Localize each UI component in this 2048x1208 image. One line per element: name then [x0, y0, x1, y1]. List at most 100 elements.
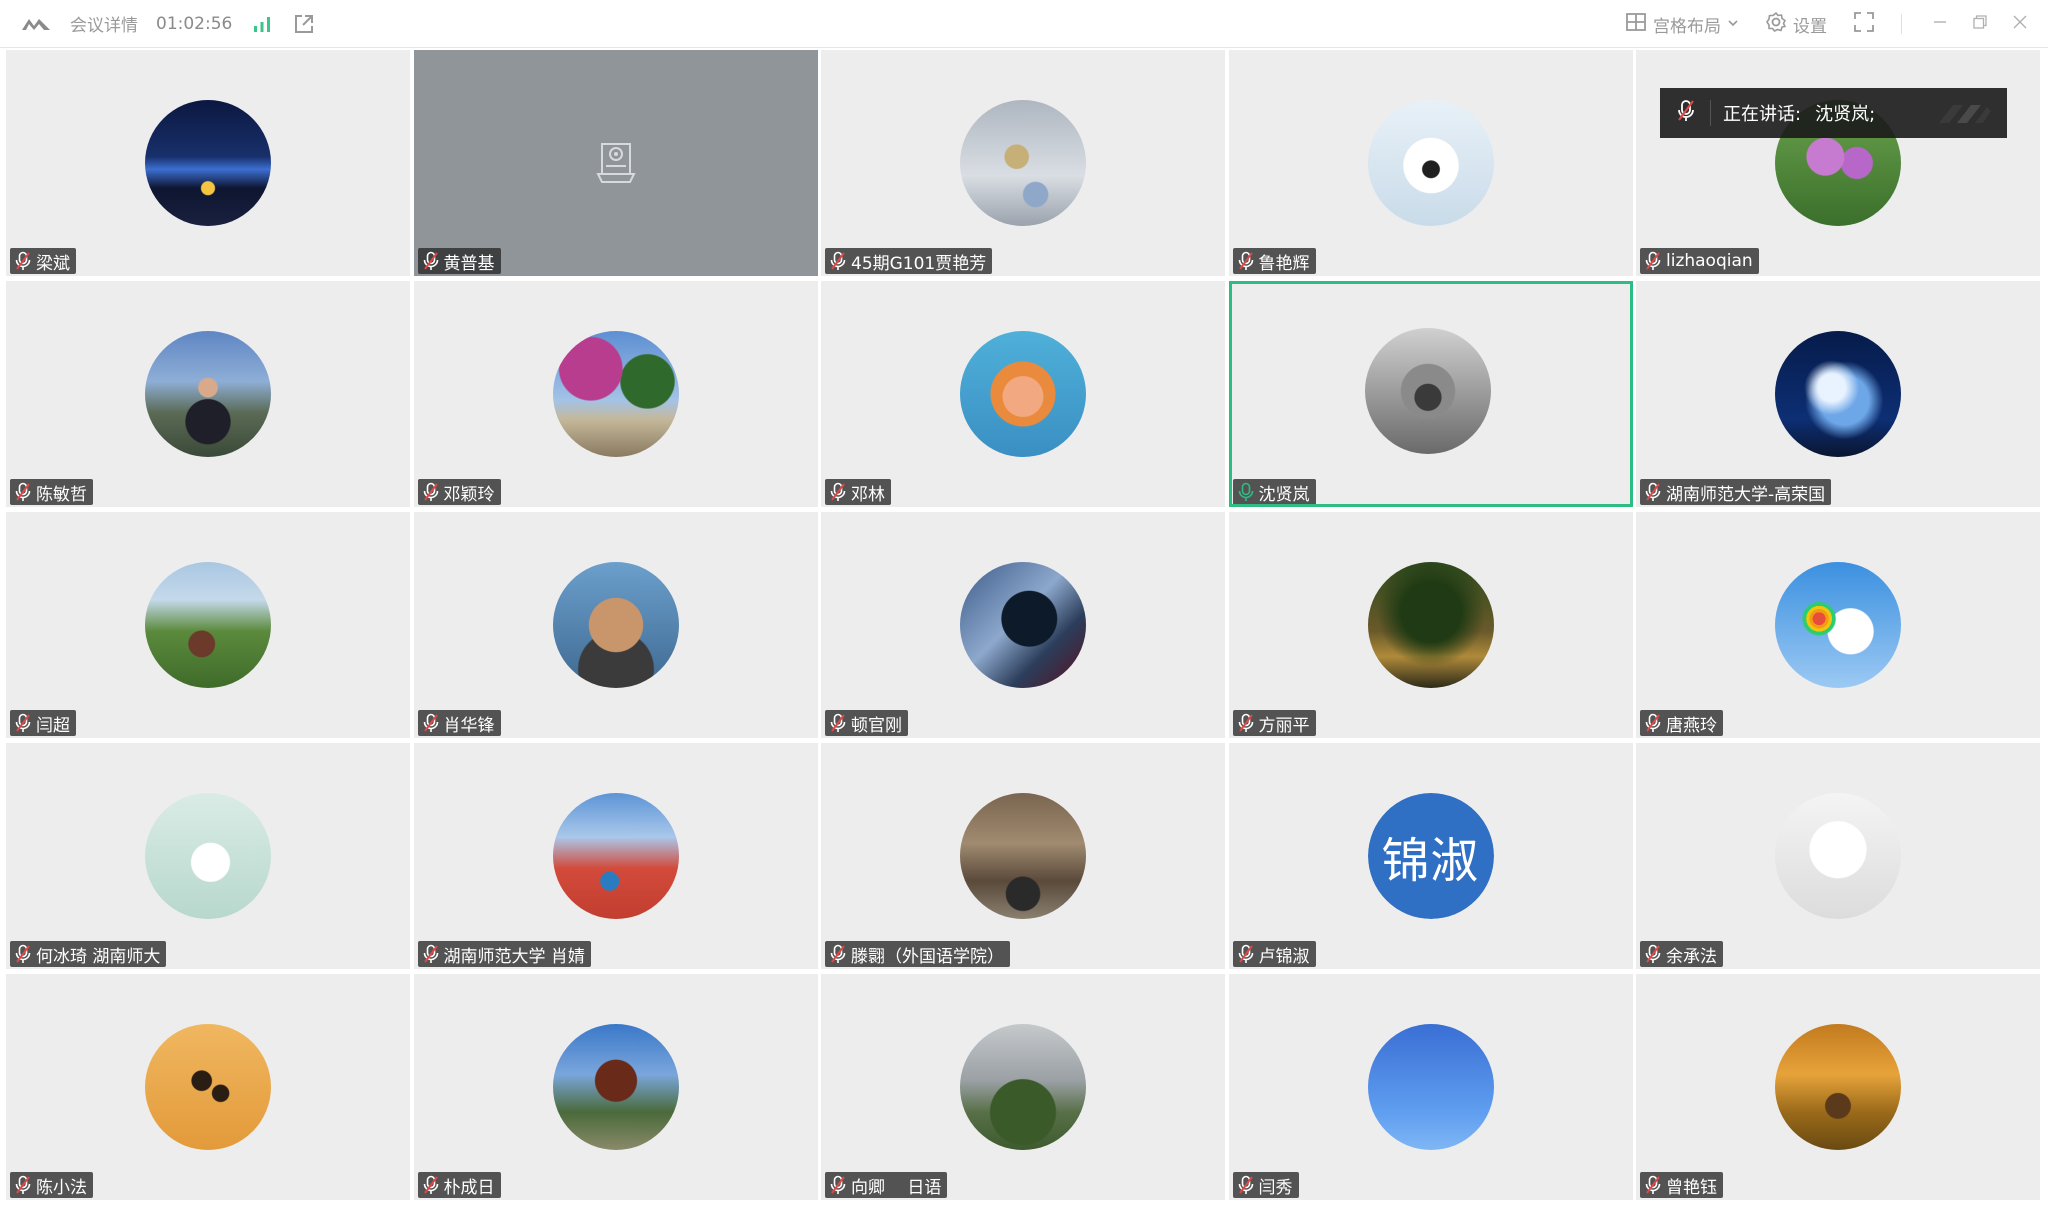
- participant-avatar: [145, 562, 271, 688]
- participant-tile[interactable]: 陈敏哲: [6, 281, 410, 507]
- mic-muted-icon: [1644, 251, 1662, 271]
- mic-muted-icon: [422, 251, 440, 271]
- participant-name-label: 陈小法: [10, 1172, 93, 1198]
- share-external-icon[interactable]: [292, 12, 316, 36]
- participant-tile[interactable]: 方丽平: [1228, 512, 1633, 738]
- participant-tile[interactable]: 陈小法: [6, 974, 410, 1200]
- participant-name: 滕翾（外国语学院）: [851, 946, 1004, 967]
- mic-muted-icon: [829, 713, 847, 733]
- participant-avatar: [1775, 331, 1901, 457]
- mic-muted-icon: [1237, 1175, 1255, 1195]
- participant-name-label: 朴成日: [417, 1172, 501, 1198]
- meeting-duration: 01:02:56: [156, 13, 233, 34]
- mic-active-icon: [1237, 482, 1255, 502]
- participant-name: 余承法: [1666, 946, 1717, 967]
- speaking-divider: [1710, 100, 1711, 126]
- mic-muted-icon: [829, 251, 847, 271]
- close-button[interactable]: [2008, 12, 2032, 36]
- participant-tile[interactable]: 鲁艳辉: [1228, 50, 1633, 276]
- participant-tile[interactable]: 朴成日: [413, 974, 818, 1200]
- participant-name: 邓林: [851, 484, 885, 505]
- app-logo-icon: [20, 14, 52, 34]
- participant-name-label: 滕翾（外国语学院）: [825, 941, 1010, 967]
- participant-tile[interactable]: 顿官刚: [821, 512, 1225, 738]
- fullscreen-button[interactable]: [1853, 11, 1875, 38]
- participant-name-label: 邓颖玲: [417, 479, 501, 505]
- mic-muted-icon: [14, 1175, 32, 1195]
- participant-tile[interactable]: 黄普基: [413, 50, 818, 276]
- participant-tile[interactable]: 湖南师范大学 肖婧: [413, 743, 818, 969]
- participant-tile[interactable]: 梁斌: [6, 50, 410, 276]
- participant-tile[interactable]: 邓林: [821, 281, 1225, 507]
- participant-avatar: [1367, 100, 1494, 226]
- participant-name: 肖华锋: [443, 715, 495, 736]
- speaking-prefix: 正在讲话:: [1723, 104, 1802, 125]
- fullscreen-icon: [1853, 11, 1875, 38]
- participant-name-label: 何冰琦 湖南师大: [10, 941, 167, 967]
- participant-avatar: [1775, 562, 1901, 688]
- participant-tile[interactable]: 沈贤岚: [1228, 281, 1633, 507]
- participant-tile[interactable]: 唐燕玲: [1636, 512, 2040, 738]
- participant-tile[interactable]: 曾艳钰: [1636, 974, 2040, 1200]
- participant-avatar: [1364, 328, 1491, 454]
- participant-name-label: 顿官刚: [825, 710, 908, 736]
- participant-name-label: 向卿 日语: [825, 1172, 948, 1198]
- participant-name: 向卿 日语: [851, 1177, 942, 1198]
- participant-avatar: [145, 1024, 271, 1150]
- mic-muted-icon: [1644, 1175, 1662, 1195]
- participant-tile[interactable]: lizhaoqian: [1636, 50, 2040, 276]
- speaking-waveform-icon: [1937, 101, 1993, 132]
- mic-muted-icon: [829, 482, 847, 502]
- mic-muted-icon: [1676, 99, 1696, 128]
- minimize-button[interactable]: [1928, 12, 1952, 36]
- participant-avatar: [1367, 562, 1494, 688]
- mic-muted-icon: [829, 1175, 847, 1195]
- mic-muted-icon: [1644, 713, 1662, 733]
- meeting-details-link[interactable]: 会议详情: [70, 11, 138, 36]
- participant-name: 鲁艳辉: [1258, 253, 1310, 274]
- participant-name-label: 闫超: [10, 710, 76, 736]
- participant-name-label: 梁斌: [10, 248, 76, 274]
- signal-bars-icon[interactable]: [250, 12, 274, 36]
- participant-tile[interactable]: 肖华锋: [413, 512, 818, 738]
- participant-name: 湖南师范大学-高荣国: [1666, 484, 1826, 505]
- participant-name: 陈敏哲: [36, 484, 87, 505]
- avatar-initials: 锦淑: [1367, 793, 1494, 919]
- mic-muted-icon: [422, 482, 440, 502]
- settings-button[interactable]: 设置: [1765, 11, 1827, 38]
- participant-name-label: lizhaoqian: [1640, 248, 1759, 274]
- participant-name: 曾艳钰: [1666, 1177, 1717, 1198]
- participant-tile[interactable]: 锦淑 卢锦淑: [1228, 743, 1633, 969]
- participant-name: 梁斌: [36, 253, 70, 274]
- participant-avatar: [960, 562, 1086, 688]
- participant-tile[interactable]: 何冰琦 湖南师大: [6, 743, 410, 969]
- participant-avatar: [1775, 793, 1901, 919]
- participant-avatar: [960, 331, 1086, 457]
- participant-name: 邓颖玲: [443, 484, 495, 505]
- participant-avatar: [1775, 1024, 1901, 1150]
- participant-tile[interactable]: 45期G101贾艳芳: [821, 50, 1225, 276]
- participant-avatar: [960, 793, 1086, 919]
- participant-tile[interactable]: 余承法: [1636, 743, 2040, 969]
- participant-avatar: [960, 1024, 1086, 1150]
- participant-tile[interactable]: 湖南师范大学-高荣国: [1636, 281, 2040, 507]
- participant-name: 湖南师范大学 肖婧: [443, 946, 585, 967]
- participant-tile[interactable]: 滕翾（外国语学院）: [821, 743, 1225, 969]
- participant-name: 唐燕玲: [1666, 715, 1717, 736]
- participant-name-label: 曾艳钰: [1640, 1172, 1723, 1198]
- layout-dropdown[interactable]: 宫格布局: [1625, 11, 1739, 38]
- participant-tile[interactable]: 闫超: [6, 512, 410, 738]
- participant-tile[interactable]: 向卿 日语: [821, 974, 1225, 1200]
- mic-muted-icon: [1237, 713, 1255, 733]
- participant-grid: 梁斌 黄普基 45期G101贾艳芳鲁艳辉 lizhaoqian 陈敏哲 邓颖玲 邓林 沈贤岚湖…: [6, 50, 2040, 1203]
- participant-tile[interactable]: 闫秀: [1228, 974, 1633, 1200]
- participant-name-label: 方丽平: [1232, 710, 1316, 736]
- participant-tile[interactable]: 邓颖玲: [413, 281, 818, 507]
- participant-avatar: [552, 793, 679, 919]
- participant-name-label: 黄普基: [417, 248, 501, 274]
- participant-name-label: 唐燕玲: [1640, 710, 1723, 736]
- mic-muted-icon: [422, 944, 440, 964]
- mic-muted-icon: [422, 713, 440, 733]
- participant-name: 方丽平: [1258, 715, 1310, 736]
- restore-button[interactable]: [1968, 12, 1992, 36]
